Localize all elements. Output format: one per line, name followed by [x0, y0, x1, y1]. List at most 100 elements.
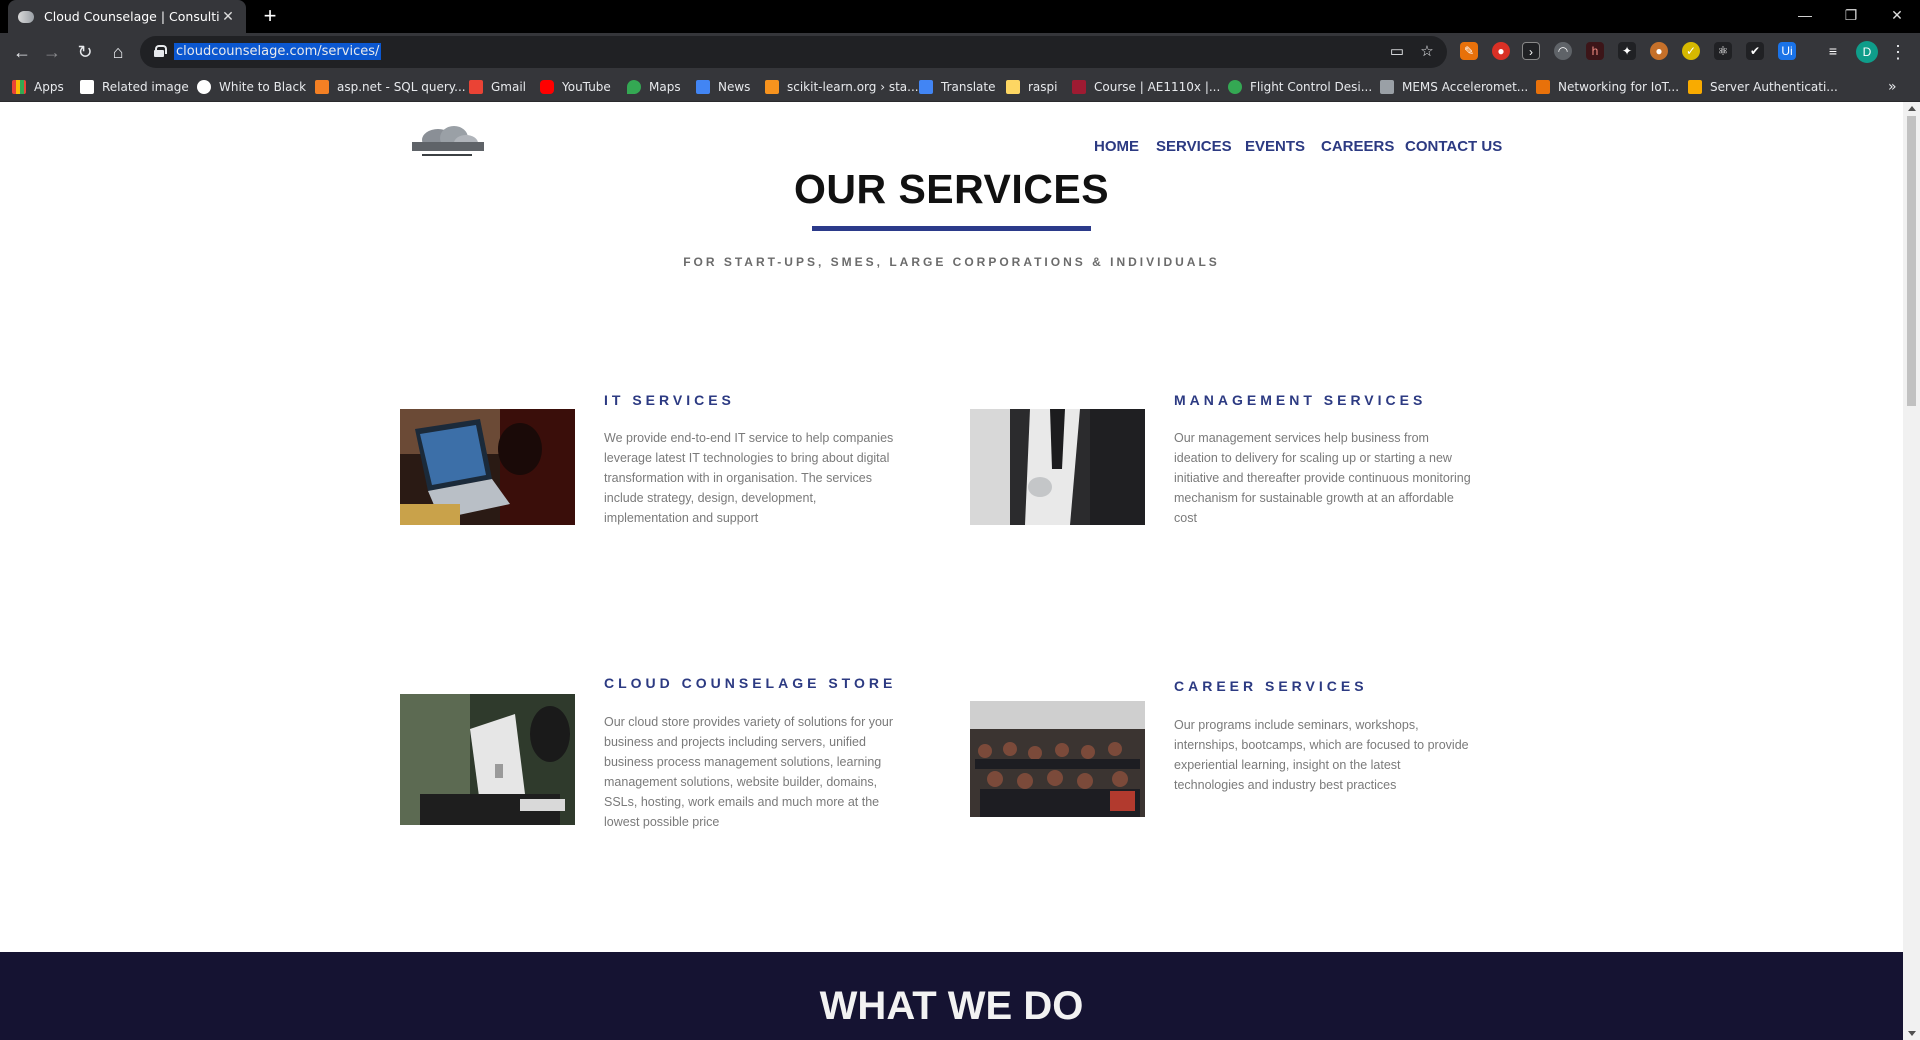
- profile-avatar[interactable]: D: [1856, 41, 1878, 63]
- reload-icon[interactable]: ↻: [73, 40, 97, 64]
- scrollbar-thumb[interactable]: [1907, 116, 1916, 406]
- minimize-button[interactable]: —: [1782, 0, 1828, 33]
- it-services-image: [400, 409, 575, 525]
- bookmark-apps[interactable]: Apps: [12, 77, 64, 97]
- service-text-store: Our cloud store provides variety of solu…: [604, 715, 894, 829]
- bookmark-raspi[interactable]: raspi: [1006, 77, 1058, 97]
- bookmark-gmail[interactable]: Gmail: [469, 77, 526, 97]
- browser-tab[interactable]: Cloud Counselage | Consulting, / ✕: [8, 0, 246, 33]
- nav-services[interactable]: SERVICES: [1156, 138, 1232, 155]
- flight-icon: [1228, 80, 1242, 94]
- bookmark-label: MEMS Acceleromet...: [1402, 80, 1529, 94]
- bookmark-networking-iot[interactable]: Networking for IoT...: [1536, 77, 1679, 97]
- cloud-store-image: [400, 694, 575, 825]
- menu-kebab-icon[interactable]: ⋮: [1886, 40, 1910, 64]
- scroll-up-arrow-icon[interactable]: [1908, 106, 1916, 111]
- nav-home[interactable]: HOME: [1094, 138, 1139, 155]
- career-services-image: [970, 701, 1145, 817]
- bookmark-label: Related image: [102, 80, 189, 94]
- bookmark-aspnet[interactable]: asp.net - SQL query...: [315, 77, 466, 97]
- url-text[interactable]: cloudcounselage.com/services/: [174, 43, 382, 60]
- bookmark-white-to-black[interactable]: White to Black: [197, 77, 306, 97]
- mems-icon: [1380, 80, 1394, 94]
- browser-toolbar: ← → ↻ ⌂ cloudcounselage.com/services/ ▭ …: [0, 33, 1920, 71]
- bookmark-label: YouTube: [562, 80, 611, 94]
- bookmark-label: Maps: [649, 80, 681, 94]
- bookmark-mems[interactable]: MEMS Acceleromet...: [1380, 77, 1528, 97]
- bookmarks-overflow-icon[interactable]: »: [1888, 77, 1897, 97]
- bookmark-news[interactable]: News: [696, 77, 750, 97]
- service-text-career: Our programs include seminars, workshops…: [1174, 718, 1469, 792]
- service-title-it: IT SERVICES: [604, 392, 735, 408]
- bookmark-server-auth[interactable]: Server Authenticati...: [1688, 77, 1838, 97]
- site-logo[interactable]: [408, 122, 488, 162]
- extension-check-icon[interactable]: ✓: [1682, 42, 1700, 60]
- bookmark-related-image[interactable]: Related image: [80, 77, 189, 97]
- translate-icon: [919, 80, 933, 94]
- bookmark-label: Server Authenticati...: [1710, 80, 1838, 94]
- globe-icon: [197, 80, 211, 94]
- close-window-button[interactable]: ✕: [1874, 0, 1920, 33]
- extension-cookie-icon[interactable]: ●: [1650, 42, 1668, 60]
- maps-pin-icon: [627, 80, 641, 94]
- extension-ui-icon[interactable]: Ui: [1778, 42, 1796, 60]
- bookmark-label: asp.net - SQL query...: [337, 80, 466, 94]
- bookmark-course[interactable]: Course | AE1110x |...: [1072, 77, 1220, 97]
- extension-h-icon[interactable]: h: [1586, 42, 1604, 60]
- bookmark-label: Networking for IoT...: [1558, 80, 1680, 94]
- bookmark-star-icon[interactable]: ☆: [1418, 43, 1436, 61]
- bookmark-maps[interactable]: Maps: [627, 77, 681, 97]
- bookmark-label: White to Black: [219, 80, 307, 94]
- bookmark-label: Flight Control Desi...: [1250, 80, 1373, 94]
- nav-contact-us[interactable]: CONTACT US: [1405, 138, 1502, 155]
- extension-dropper-icon[interactable]: ✔: [1746, 42, 1764, 60]
- service-text-management: Our management services help business fr…: [1174, 431, 1471, 525]
- page-scrollbar[interactable]: [1903, 102, 1920, 1040]
- reading-list-icon[interactable]: ≡: [1824, 42, 1842, 60]
- extension-key-icon[interactable]: ✎: [1460, 42, 1478, 60]
- address-bar[interactable]: cloudcounselage.com/services/ ▭ ☆: [140, 36, 1447, 68]
- close-tab-icon[interactable]: ✕: [220, 8, 236, 25]
- extension-adblock-icon[interactable]: ●: [1492, 42, 1510, 60]
- bookmarks-bar: Apps Related image White to Black asp.ne…: [0, 71, 1920, 102]
- edx-icon: [1072, 80, 1086, 94]
- what-we-do-section: WHAT WE DO: [0, 952, 1903, 1040]
- bookmark-flight-control[interactable]: Flight Control Desi...: [1228, 77, 1372, 97]
- service-title-career: CAREER SERVICES: [1174, 678, 1368, 694]
- page-title: OUR SERVICES: [793, 166, 1110, 212]
- tab-strip: Cloud Counselage | Consulting, / ✕ + — ❐…: [0, 0, 1920, 33]
- cast-icon[interactable]: ▭: [1388, 43, 1406, 61]
- home-icon[interactable]: ⌂: [106, 40, 130, 64]
- section-title: WHAT WE DO: [819, 984, 1084, 1028]
- extension-terminal-icon[interactable]: ›: [1522, 42, 1540, 60]
- page-subtitle: FOR START-UPS, SMES, LARGE CORPORATIONS …: [683, 255, 1220, 269]
- bookmark-label: Gmail: [491, 80, 527, 94]
- bookmark-label: raspi: [1028, 80, 1058, 94]
- back-arrow-icon[interactable]: ←: [10, 40, 34, 64]
- bookmark-scikit[interactable]: scikit-learn.org › sta...: [765, 77, 919, 97]
- service-title-store: CLOUD COUNSELAGE STORE: [604, 675, 897, 691]
- extension-arc-icon[interactable]: ◠: [1554, 42, 1572, 60]
- forward-arrow-icon[interactable]: →: [40, 40, 64, 64]
- new-tab-button[interactable]: +: [258, 4, 282, 28]
- extension-feather-icon[interactable]: ✦: [1618, 42, 1636, 60]
- management-services-image: [970, 409, 1145, 525]
- nav-careers[interactable]: CAREERS: [1321, 138, 1394, 155]
- e-icon: [1536, 80, 1550, 94]
- stackoverflow-icon: [315, 80, 329, 94]
- bookmark-label: Apps: [34, 80, 64, 94]
- nav-events[interactable]: EVENTS: [1245, 138, 1305, 155]
- restore-button[interactable]: ❐: [1828, 0, 1874, 33]
- apps-grid-icon: [12, 80, 26, 94]
- scroll-down-arrow-icon[interactable]: [1908, 1031, 1916, 1036]
- bookmark-translate[interactable]: Translate: [919, 77, 996, 97]
- bookmark-label: scikit-learn.org › sta...: [787, 80, 919, 94]
- youtube-icon: [540, 80, 554, 94]
- news-icon: [696, 80, 710, 94]
- extension-react-icon[interactable]: ⚛: [1714, 42, 1732, 60]
- page-icon: [80, 80, 94, 94]
- folder-icon: [1006, 80, 1020, 94]
- bookmark-youtube[interactable]: YouTube: [540, 77, 611, 97]
- bookmark-label: Course | AE1110x |...: [1094, 80, 1221, 94]
- page-content: HOME SERVICES EVENTS CAREERS CONTACT US …: [0, 102, 1903, 1040]
